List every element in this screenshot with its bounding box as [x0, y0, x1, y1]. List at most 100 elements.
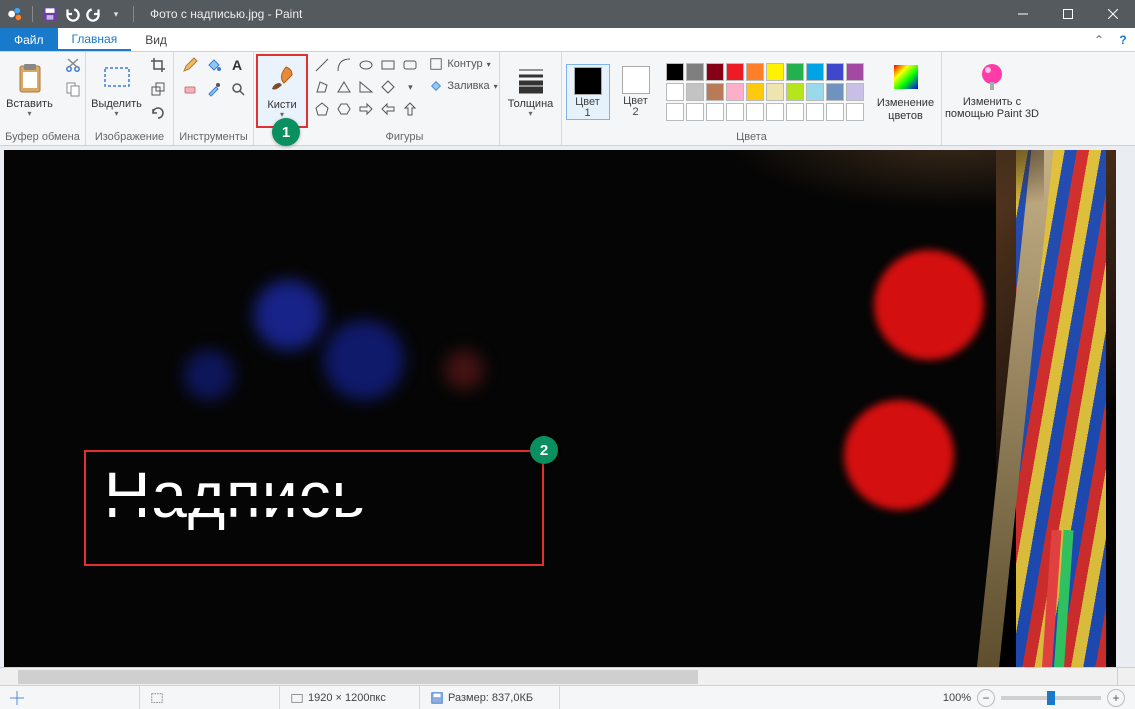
select-button[interactable]: Выделить ▾: [91, 54, 143, 126]
color2-button[interactable]: Цвет 2: [614, 64, 658, 120]
paint3d-button[interactable]: Изменить с помощью Paint 3D: [944, 54, 1040, 126]
palette-swatch[interactable]: [746, 83, 764, 101]
palette-swatch[interactable]: [846, 83, 864, 101]
close-button[interactable]: [1090, 0, 1135, 28]
group-label: Инструменты: [179, 129, 248, 145]
shape-roundrect-icon[interactable]: [399, 54, 421, 76]
palette-swatch[interactable]: [766, 63, 784, 81]
palette-swatch-empty[interactable]: [806, 103, 824, 121]
palette-swatch[interactable]: [826, 83, 844, 101]
tab-file[interactable]: Файл: [0, 28, 58, 51]
minimize-button[interactable]: [1000, 0, 1045, 28]
shape-right-triangle-icon[interactable]: [355, 76, 377, 98]
edit-colors-button[interactable]: Изменение цветов: [874, 56, 938, 128]
shape-arrow-right-icon[interactable]: [355, 98, 377, 120]
palette-swatch[interactable]: [786, 83, 804, 101]
palette-swatch[interactable]: [706, 63, 724, 81]
palette-swatch-empty[interactable]: [826, 103, 844, 121]
save-icon[interactable]: [41, 5, 59, 23]
palette-swatch[interactable]: [786, 63, 804, 81]
zoom-slider-thumb[interactable]: [1047, 691, 1055, 705]
pencil-icon[interactable]: [179, 54, 201, 76]
palette-swatch[interactable]: [766, 83, 784, 101]
shape-hexagon-icon[interactable]: [333, 98, 355, 120]
palette-swatch-empty[interactable]: [746, 103, 764, 121]
zoom-value: 100%: [943, 692, 971, 704]
shape-arrow-up-icon[interactable]: [399, 98, 421, 120]
color1-button[interactable]: Цвет 1: [566, 64, 610, 120]
maximize-button[interactable]: [1045, 0, 1090, 28]
group-tools: A Инструменты: [174, 52, 254, 145]
shape-outline-button[interactable]: Контур▾: [429, 54, 497, 74]
palette-swatch[interactable]: [746, 63, 764, 81]
rotate-icon[interactable]: [147, 102, 169, 124]
copy-icon[interactable]: [62, 78, 84, 100]
collapse-ribbon-icon[interactable]: ⌃: [1087, 28, 1111, 51]
qat-dropdown-icon[interactable]: ▾: [107, 5, 125, 23]
fill-icon[interactable]: [203, 54, 225, 76]
resize-icon[interactable]: [147, 78, 169, 100]
palette-swatch[interactable]: [666, 63, 684, 81]
palette-swatch[interactable]: [666, 83, 684, 101]
cut-icon[interactable]: [62, 54, 84, 76]
palette-swatch[interactable]: [726, 63, 744, 81]
text-icon[interactable]: A: [227, 54, 249, 76]
palette-swatch-empty[interactable]: [786, 103, 804, 121]
eraser-icon[interactable]: [179, 78, 201, 100]
shape-arrow-left-icon[interactable]: [377, 98, 399, 120]
status-filesize: Размер: 837,0КБ: [420, 686, 560, 709]
shapes-gallery[interactable]: ▾: [311, 54, 421, 120]
zoom-out-button[interactable]: −: [977, 689, 995, 707]
zoom-slider[interactable]: [1001, 696, 1101, 700]
palette-swatch-empty[interactable]: [766, 103, 784, 121]
palette-swatch-empty[interactable]: [666, 103, 684, 121]
palette-swatch[interactable]: [726, 83, 744, 101]
zoom-in-button[interactable]: +: [1107, 689, 1125, 707]
shape-triangle-icon[interactable]: [333, 76, 355, 98]
paste-button[interactable]: Вставить ▾: [2, 54, 58, 126]
scrollbar-thumb[interactable]: [18, 670, 698, 684]
palette-swatch[interactable]: [826, 63, 844, 81]
palette-swatch[interactable]: [806, 63, 824, 81]
status-selection: [140, 686, 280, 709]
shape-more-icon[interactable]: ▾: [399, 76, 421, 98]
shape-pentagon-icon[interactable]: [311, 98, 333, 120]
ribbon: Вставить ▾ Буфер обмена Выделить ▾ Изобр: [0, 52, 1135, 146]
palette-swatch[interactable]: [686, 83, 704, 101]
ribbon-tabs: Файл Главная Вид ⌃ ?: [0, 28, 1135, 52]
tab-home[interactable]: Главная: [58, 28, 132, 51]
palette-row-2: [666, 83, 864, 101]
palette-swatch-empty[interactable]: [846, 103, 864, 121]
undo-icon[interactable]: [63, 5, 81, 23]
shape-diamond-icon[interactable]: [377, 76, 399, 98]
palette-swatch-empty[interactable]: [686, 103, 704, 121]
palette-swatch[interactable]: [846, 63, 864, 81]
selection-icon: [150, 691, 164, 705]
shape-polygon-icon[interactable]: [311, 76, 333, 98]
palette-swatch[interactable]: [686, 63, 704, 81]
brushes-highlight: Кисти ▾ 1: [256, 54, 308, 128]
palette-swatch-empty[interactable]: [726, 103, 744, 121]
palette-swatch[interactable]: [806, 83, 824, 101]
tab-view[interactable]: Вид: [131, 28, 181, 51]
group-label: Цвета: [736, 129, 767, 145]
group-shapes: ▾ Контур▾ Заливка▾ Фигуры: [310, 52, 500, 145]
shape-rect-icon[interactable]: [377, 54, 399, 76]
image-canvas[interactable]: 2 Надпись: [4, 150, 1116, 670]
magnifier-icon[interactable]: [227, 78, 249, 100]
shape-line-icon[interactable]: [311, 54, 333, 76]
size-button[interactable]: Толщина ▾: [503, 54, 559, 126]
help-icon[interactable]: ?: [1111, 28, 1135, 51]
horizontal-scrollbar[interactable]: [0, 667, 1117, 685]
group-label: [990, 129, 993, 145]
palette-swatch[interactable]: [706, 83, 724, 101]
eyedropper-icon[interactable]: [203, 78, 225, 100]
shape-curve-icon[interactable]: [333, 54, 355, 76]
crop-icon[interactable]: [147, 54, 169, 76]
brushes-button[interactable]: Кисти ▾: [260, 58, 304, 124]
redo-icon[interactable]: [85, 5, 103, 23]
palette-swatch-empty[interactable]: [706, 103, 724, 121]
shape-fill-button[interactable]: Заливка▾: [429, 76, 497, 96]
shape-oval-icon[interactable]: [355, 54, 377, 76]
status-cursor-pos: [0, 686, 140, 709]
